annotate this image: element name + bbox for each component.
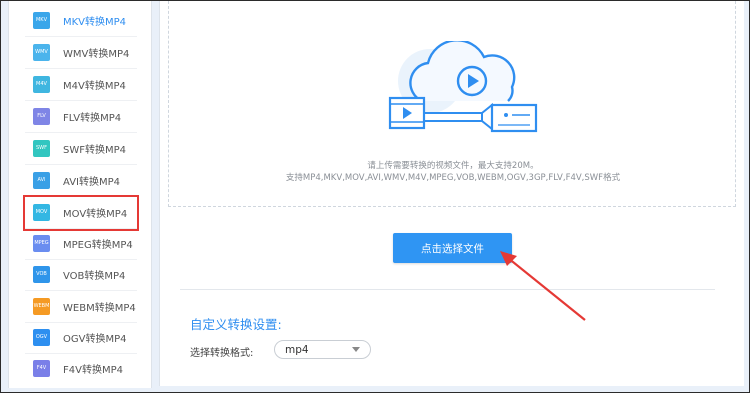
mov-file-icon: MOV <box>33 204 50 221</box>
mpeg-file-icon: MPEG <box>33 235 50 252</box>
swf-file-icon: SWF <box>33 140 50 157</box>
sidebar-item-mkv[interactable]: MKV MKV转换MP4 <box>25 5 137 37</box>
wmv-file-icon: WMV <box>33 44 50 61</box>
divider <box>180 289 715 290</box>
sidebar-item-ogv[interactable]: OGV OGV转换MP4 <box>25 322 137 354</box>
sidebar-item-label: MPEG转换MP4 <box>63 240 133 251</box>
sidebar-item-label: MOV转换MP4 <box>63 209 128 220</box>
format-sidebar: MKV MKV转换MP4 WMV WMV转换MP4 M4V M4V转换MP4 F… <box>8 1 152 388</box>
format-label: 选择转换格式: <box>190 348 254 359</box>
sidebar-item-label: F4V转换MP4 <box>63 365 123 376</box>
sidebar-item-webm[interactable]: WEBM WEBM转换MP4 <box>25 291 137 323</box>
sidebar-item-mpeg[interactable]: MPEG MPEG转换MP4 <box>25 228 137 260</box>
sidebar-item-m4v[interactable]: M4V M4V转换MP4 <box>25 69 137 101</box>
mkv-file-icon: MKV <box>33 12 50 29</box>
webm-file-icon: WEBM <box>33 298 50 315</box>
app-frame: MKV MKV转换MP4 WMV WMV转换MP4 M4V M4V转换MP4 F… <box>0 0 750 393</box>
vob-file-icon: VOB <box>33 266 50 283</box>
sidebar-item-label: VOB转换MP4 <box>63 271 126 282</box>
ogv-file-icon: OGV <box>33 329 50 346</box>
sidebar-item-label: SWF转换MP4 <box>63 145 127 156</box>
format-select-value: mp4 <box>285 343 309 356</box>
chevron-down-icon <box>352 347 360 352</box>
f4v-file-icon: F4V <box>33 360 50 377</box>
sidebar-item-label: WMV转换MP4 <box>63 49 130 60</box>
sidebar-item-avi[interactable]: AVI AVI转换MP4 <box>25 165 137 197</box>
upload-hint-formats: 支持MP4,MKV,MOV,AVI,WMV,M4V,MPEG,VOB,WEBM,… <box>285 173 621 183</box>
sidebar-item-mov[interactable]: MOV MOV转换MP4 <box>23 195 139 231</box>
settings-title: 自定义转换设置: <box>190 317 282 332</box>
sidebar-item-swf[interactable]: SWF SWF转换MP4 <box>25 133 137 165</box>
sidebar-item-label: MKV转换MP4 <box>63 17 127 28</box>
sidebar-item-label: AVI转换MP4 <box>63 177 121 188</box>
avi-file-icon: AVI <box>33 172 50 189</box>
sidebar-item-flv[interactable]: FLV FLV转换MP4 <box>25 101 137 133</box>
sidebar-item-wmv[interactable]: WMV WMV转换MP4 <box>25 37 137 69</box>
cloud-video-upload-icon <box>388 41 538 133</box>
upload-drop-zone[interactable]: 请上传需要转换的视频文件，最大支持20M。 支持MP4,MKV,MOV,AVI,… <box>168 1 736 207</box>
sidebar-item-f4v[interactable]: F4V F4V转换MP4 <box>25 353 137 384</box>
choose-file-button[interactable]: 点击选择文件 <box>393 233 512 263</box>
m4v-file-icon: M4V <box>33 76 50 93</box>
sidebar-item-label: OGV转换MP4 <box>63 334 127 345</box>
sidebar-item-label: FLV转换MP4 <box>63 113 122 124</box>
main-panel: 请上传需要转换的视频文件，最大支持20M。 支持MP4,MKV,MOV,AVI,… <box>159 1 744 386</box>
flv-file-icon: FLV <box>33 108 50 125</box>
sidebar-item-label: WEBM转换MP4 <box>63 303 136 314</box>
upload-hint-size: 请上传需要转换的视频文件，最大支持20M。 <box>367 161 539 171</box>
sidebar-item-label: M4V转换MP4 <box>63 81 126 92</box>
sidebar-item-vob[interactable]: VOB VOB转换MP4 <box>25 259 137 291</box>
format-select[interactable]: mp4 <box>274 340 371 359</box>
